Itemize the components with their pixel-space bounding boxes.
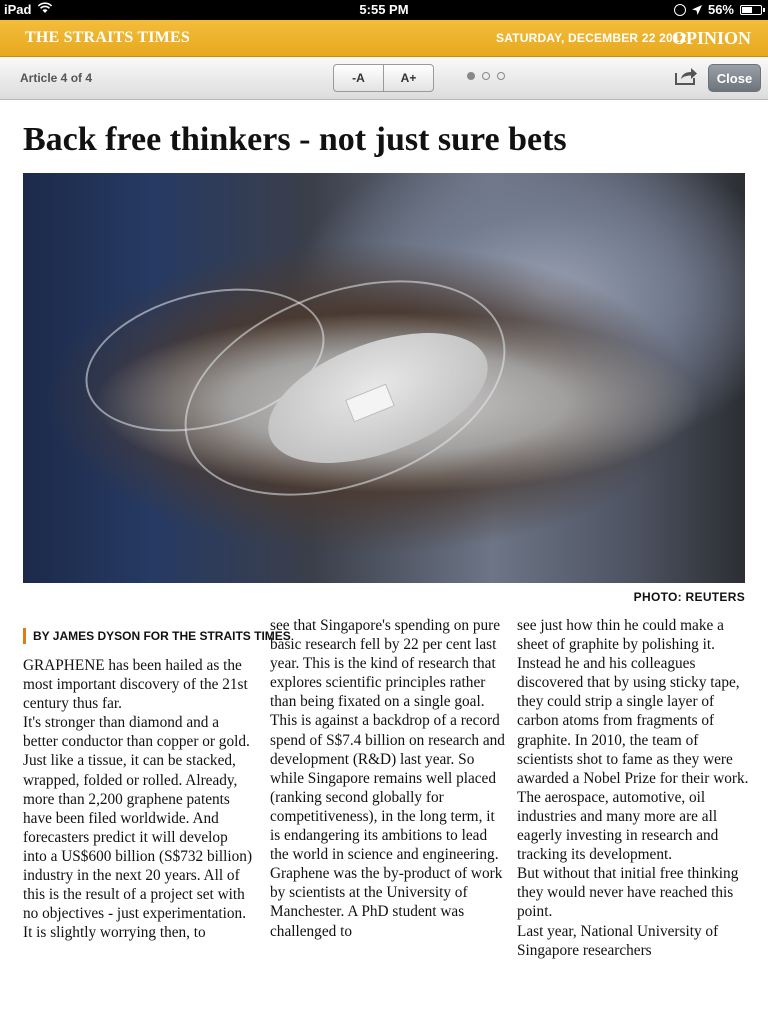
toolbar: Article 4 of 4 -A A+ [0, 57, 768, 100]
close-button[interactable]: Close [708, 64, 761, 92]
paragraph: GRAPHENE has been hailed as the most imp… [23, 657, 248, 713]
article-photo [23, 173, 745, 583]
decrease-font-button[interactable]: -A [334, 65, 383, 91]
article-column-2: see that Singapore's spending on pure ba… [270, 616, 505, 941]
byline: BY JAMES DYSON FOR THE STRAITS TIMES [23, 628, 291, 644]
page-indicator [467, 72, 505, 80]
paper-logo: THE STRAITS TIMES [25, 29, 190, 46]
paragraph: Instead he and his colleagues discovered… [517, 655, 749, 787]
article-counter: Article 4 of 4 [20, 71, 93, 85]
status-bar: iPad 5:55 PM 56% [0, 0, 768, 20]
page-dot[interactable] [482, 72, 490, 80]
battery-percent: 56% [707, 2, 734, 17]
rotation-lock-icon [673, 3, 686, 16]
photo-credit: PHOTO: REUTERS [633, 590, 745, 604]
article-headline: Back free thinkers - not just sure bets [23, 121, 567, 158]
share-icon[interactable] [674, 66, 698, 86]
paragraph: It is slightly worrying then, to [23, 924, 206, 942]
paragraph: Last year, National University of Singap… [517, 922, 719, 959]
increase-font-button[interactable]: A+ [383, 65, 433, 91]
paragraph: But without that initial free thinking t… [517, 865, 739, 921]
paragraph: see just how thin he could make a sheet … [517, 617, 724, 654]
page-dot[interactable] [467, 72, 475, 80]
paragraph: It's stronger than diamond and a better … [23, 714, 253, 923]
status-time: 5:55 PM [359, 2, 409, 17]
battery-icon [740, 4, 765, 15]
petri-dish [154, 239, 536, 537]
section-title: OPINION [672, 28, 752, 48]
article-column-3: see just how thin he could make a sheet … [517, 616, 749, 960]
paragraph: The aerospace, automotive, oil industrie… [517, 788, 719, 864]
masthead: THE STRAITS TIMES SATURDAY, DECEMBER 22 … [0, 20, 768, 57]
article-column-1: GRAPHENE has been hailed as the most imp… [23, 656, 255, 942]
paragraph: see that Singapore's spending on pure ba… [270, 617, 505, 864]
issue-date: SATURDAY, DECEMBER 22 2012 [496, 31, 687, 45]
font-size-control: -A A+ [333, 64, 434, 92]
page-dot[interactable] [497, 72, 505, 80]
paragraph: Graphene was the by-product of work by s… [270, 865, 503, 940]
location-arrow-icon [691, 4, 702, 15]
